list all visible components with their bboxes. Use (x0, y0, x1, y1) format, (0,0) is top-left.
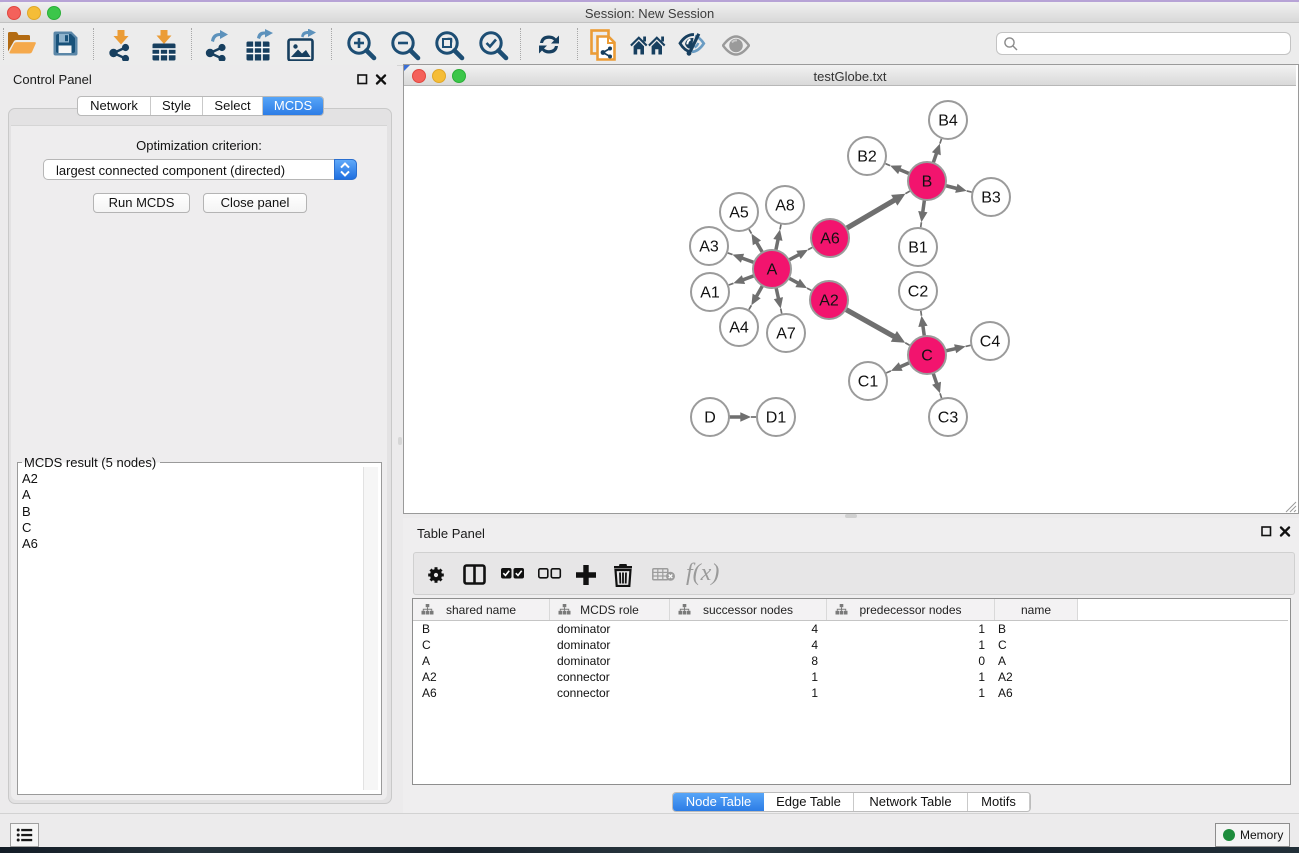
svg-text:B4: B4 (938, 113, 958, 130)
svg-text:A: A (767, 262, 778, 279)
svg-text:C2: C2 (908, 284, 929, 301)
svg-text:C: C (921, 348, 933, 365)
svg-text:A3: A3 (699, 239, 719, 256)
svg-text:C1: C1 (858, 374, 879, 391)
svg-text:D1: D1 (766, 410, 787, 427)
svg-text:B: B (922, 174, 933, 191)
svg-text:A4: A4 (729, 320, 749, 337)
svg-text:B3: B3 (981, 190, 1001, 207)
svg-text:D: D (704, 410, 716, 427)
svg-text:A8: A8 (775, 198, 795, 215)
svg-text:A6: A6 (820, 231, 840, 248)
svg-text:A2: A2 (819, 293, 839, 310)
svg-text:A5: A5 (729, 205, 749, 222)
svg-text:C3: C3 (938, 410, 959, 427)
svg-text:C4: C4 (980, 334, 1001, 351)
svg-text:B1: B1 (908, 240, 928, 257)
svg-text:A1: A1 (700, 285, 720, 302)
svg-text:A7: A7 (776, 326, 796, 343)
svg-text:B2: B2 (857, 149, 877, 166)
